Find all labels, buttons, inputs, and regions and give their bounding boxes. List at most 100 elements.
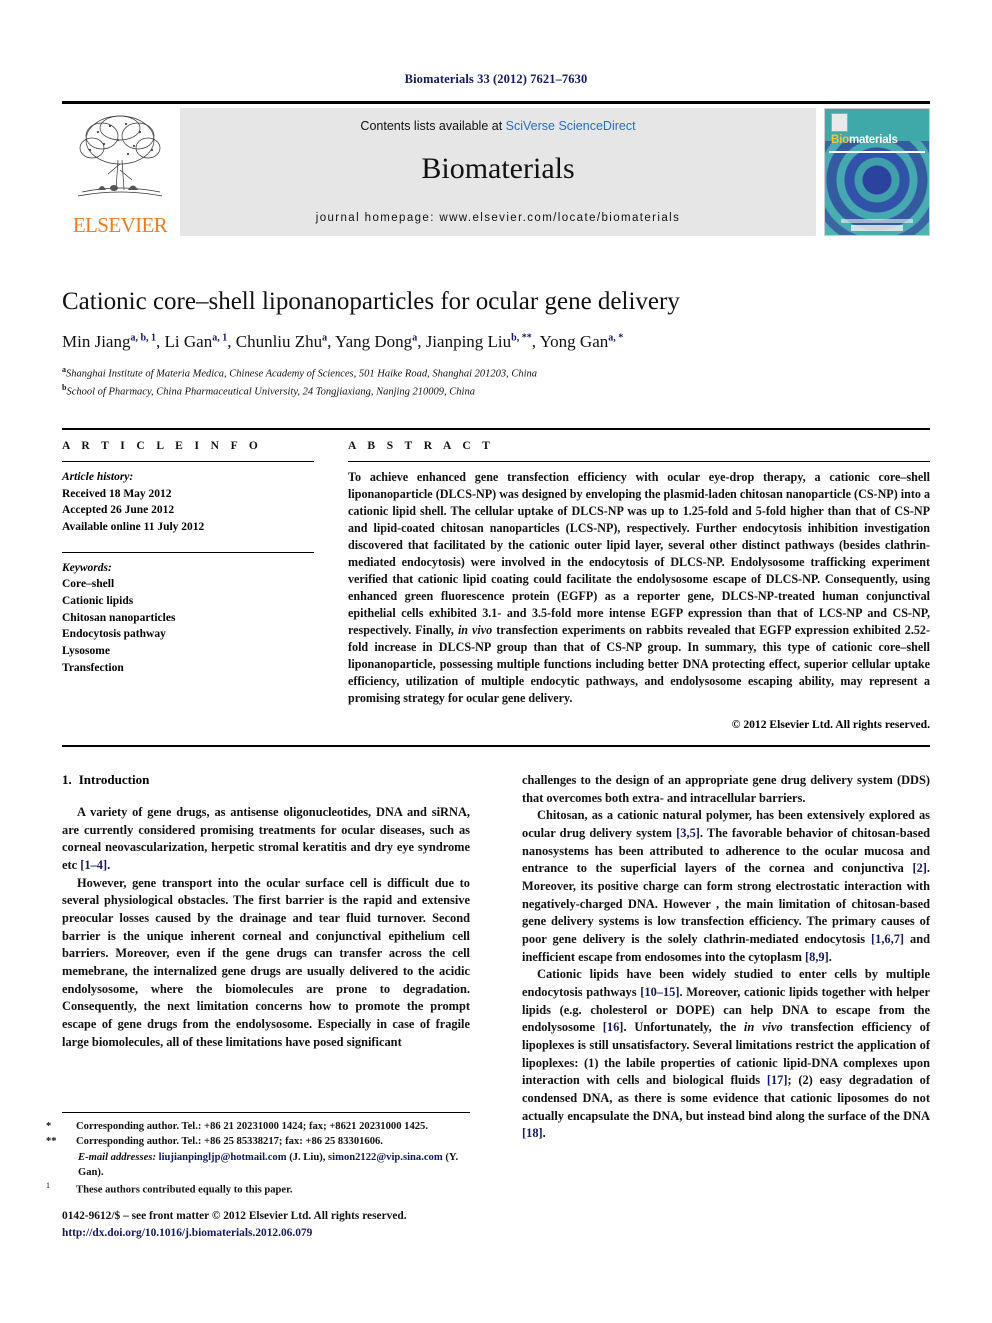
- keywords-rule: [62, 551, 314, 553]
- citation-ref[interactable]: [18]: [522, 1126, 543, 1140]
- footnote-mark: **: [46, 1136, 57, 1148]
- keywords-label: Keywords:: [62, 561, 112, 574]
- footnotes-block: * Corresponding author. Tel.: +86 21 2023…: [46, 1112, 470, 1198]
- author-name: Li Gan: [164, 331, 213, 351]
- elsevier-tree-icon: [77, 115, 163, 197]
- cover-elsevier-icon: [831, 113, 848, 132]
- paragraph: Chitosan, as a cationic natural polymer,…: [522, 807, 930, 966]
- citation-ref[interactable]: [16]: [603, 1020, 624, 1034]
- doi-link[interactable]: http://dx.doi.org/10.1016/j.biomaterials…: [62, 1225, 562, 1242]
- keyword-item: Core–shell: [62, 578, 115, 591]
- email-owner-1: (J. Liu): [289, 1151, 323, 1163]
- para-text: . Unfortunately, the: [623, 1020, 744, 1035]
- body-columns: 1. Introduction A variety of gene drugs, …: [62, 772, 930, 1143]
- cover-title-rest: materials: [848, 134, 898, 146]
- elsevier-wordmark: ELSEVIER: [72, 213, 168, 237]
- author: Min Jianga, b, 1: [62, 332, 156, 351]
- para-text: .: [542, 1126, 546, 1141]
- author-affil-mark: a, b, 1: [130, 331, 157, 343]
- author: Chunliu Zhua: [236, 332, 327, 351]
- abstract-heading: A B S T R A C T: [348, 440, 495, 452]
- journal-homepage[interactable]: journal homepage: www.elsevier.com/locat…: [180, 212, 816, 224]
- author-name: Jianping Liu: [425, 331, 512, 351]
- author-affil-mark: a: [322, 331, 328, 343]
- email-link-1[interactable]: liujianpingljp@hotmail.com: [159, 1152, 287, 1163]
- para-text: .: [107, 858, 111, 873]
- abstract-column: A B S T R A C T To achieve enhanced gene…: [328, 440, 930, 731]
- paragraph: Cationic lipids have been widely studied…: [522, 966, 930, 1143]
- email-label: E-mail addresses:: [78, 1151, 156, 1163]
- author-name: Min Jiang: [62, 331, 131, 351]
- running-head: Biomaterials 33 (2012) 7621–7630: [404, 72, 588, 86]
- body-column-right: challenges to the design of an appropria…: [522, 772, 930, 1143]
- cover-divider: [829, 151, 925, 153]
- footnote-emails: E-mail addresses: liujianpingljp@hotmail…: [78, 1151, 459, 1178]
- paper-page: Biomaterials 33 (2012) 7621–7630 ELSEVIE…: [0, 0, 992, 1323]
- citation-ref[interactable]: [10–15]: [640, 985, 679, 999]
- article-history-label: Article history:: [62, 471, 134, 483]
- sciencedirect-link[interactable]: SciVerse ScienceDirect: [506, 119, 636, 133]
- contents-prefix: Contents lists available at: [360, 119, 506, 133]
- citation-ref[interactable]: [1,6,7]: [871, 932, 904, 946]
- citation-ref[interactable]: [1–4]: [80, 858, 107, 872]
- footnote-mark-sup: 1: [46, 1181, 50, 1190]
- citation-ref[interactable]: [2]: [912, 861, 926, 875]
- footnote-mark: *: [46, 1121, 52, 1132]
- affiliation-text: School of Pharmacy, China Pharmaceutical…: [66, 386, 475, 398]
- issn-front-matter: 0142-9612/$ – see front matter © 2012 El…: [62, 1210, 407, 1222]
- author-affil-mark: a, *: [608, 331, 624, 343]
- author: Yong Gana, *: [540, 332, 624, 351]
- paragraph: However, gene transport into the ocular …: [62, 875, 470, 1049]
- title-block: Cationic core–shell liponanoparticles fo…: [62, 288, 930, 401]
- keyword-item: Transfection: [62, 661, 124, 674]
- journal-masthead: ELSEVIER Contents lists available at Sci…: [62, 101, 930, 236]
- history-available-online: Available online 11 July 2012: [62, 521, 205, 534]
- email-link-2[interactable]: simon2122@vip.sina.com: [328, 1152, 443, 1163]
- footnote-text: Corresponding author. Tel.: +86 25 85338…: [76, 1136, 383, 1148]
- para-italic: in vivo: [743, 1020, 783, 1035]
- footnote-mark: 1: [46, 1180, 76, 1198]
- article-info-heading: A R T I C L E I N F O: [62, 440, 263, 452]
- para-text: A variety of gene drugs, as antisense ol…: [62, 805, 470, 873]
- citation-ref[interactable]: [17]: [767, 1073, 788, 1087]
- footnote-corresponding-2: ** Corresponding author. Tel.: +86 25 853…: [46, 1134, 470, 1149]
- affiliation-text: Shanghai Institute of Materia Medica, Ch…: [66, 368, 538, 380]
- keyword-item: Lysosome: [62, 645, 110, 658]
- paragraph: A variety of gene drugs, as antisense ol…: [62, 804, 470, 875]
- cover-footer-bar: [841, 219, 913, 223]
- author-name: Yong Gan: [539, 331, 609, 351]
- abstract-italic-1: in vivo: [457, 622, 493, 637]
- author-affil-mark: a: [412, 331, 418, 343]
- history-received: Received 18 May 2012: [62, 487, 172, 500]
- paragraph: challenges to the design of an appropria…: [522, 773, 930, 805]
- footnote-text: Corresponding author. Tel.: +86 21 20231…: [76, 1121, 428, 1132]
- abstract-bottom-rule: [62, 745, 930, 747]
- abstract-part-1: To achieve enhanced gene transfection ef…: [348, 470, 930, 637]
- citation-ref[interactable]: [3,5]: [676, 826, 700, 840]
- masthead-center: Contents lists available at SciVerse Sci…: [180, 108, 816, 236]
- para-text: .: [828, 949, 832, 964]
- cover-title-bold: Bio: [831, 134, 849, 146]
- author-affil-mark: a, 1: [212, 331, 228, 343]
- author-affil-mark: b, **: [511, 331, 532, 343]
- author-list: Min Jianga, b, 1, Li Gana, 1, Chunliu Zh…: [62, 331, 624, 351]
- cover-title: Biomaterials: [831, 134, 898, 146]
- journal-cover-thumbnail: Biomaterials: [824, 108, 930, 236]
- author: Yang Donga: [335, 332, 417, 351]
- keyword-item: Cationic lipids: [62, 595, 134, 608]
- section-title: Introduction: [78, 772, 150, 787]
- abstract-body: To achieve enhanced gene transfection ef…: [348, 469, 930, 707]
- author-name: Chunliu Zhu: [235, 331, 323, 351]
- citation-ref[interactable]: [8,9]: [805, 950, 829, 964]
- keyword-item: Chitosan nanoparticles: [62, 611, 176, 624]
- journal-title: Biomaterials: [421, 152, 575, 185]
- article-info-column: A R T I C L E I N F O Article history: R…: [62, 440, 328, 731]
- footnote-equal-contribution: 1 These authors contributed equally to th…: [46, 1180, 470, 1198]
- info-abstract-section: A R T I C L E I N F O Article history: R…: [62, 428, 930, 731]
- page-title: Cationic core–shell liponanoparticles fo…: [62, 288, 680, 315]
- contents-available-line: Contents lists available at SciVerse Sci…: [180, 119, 816, 133]
- abstract-copyright: © 2012 Elsevier Ltd. All rights reserved…: [731, 717, 930, 731]
- author: Li Gana, 1: [165, 332, 228, 351]
- footnote-corresponding-1: * Corresponding author. Tel.: +86 21 2023…: [46, 1119, 470, 1134]
